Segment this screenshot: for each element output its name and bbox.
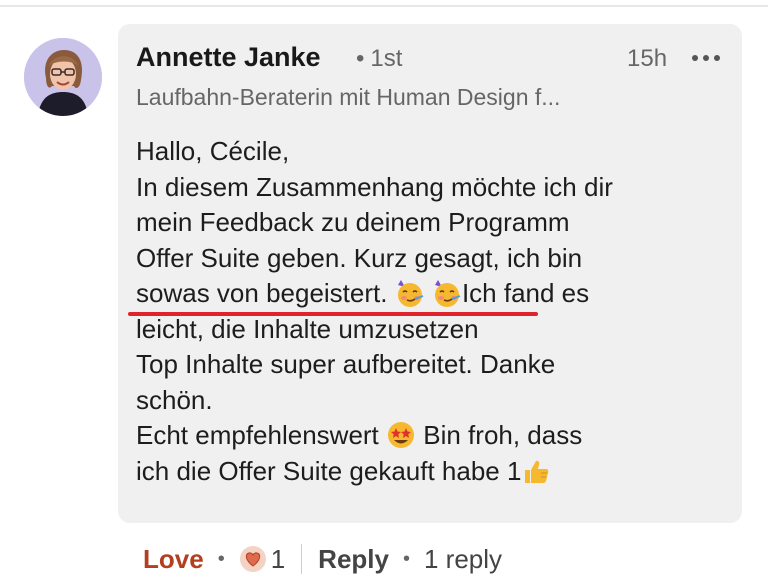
body-line: leicht, die Inhalte umzusetzen xyxy=(136,313,479,344)
more-options-icon[interactable] xyxy=(690,46,722,70)
body-line: Offer Suite geben. Kurz gesagt, ich bin xyxy=(136,242,583,273)
connection-degree: • 1st xyxy=(356,45,402,73)
highlight-underline xyxy=(128,312,538,316)
highlighted-text: sowas von begeistert. xyxy=(136,278,388,308)
thumbs-up-emoji xyxy=(521,456,551,486)
body-line: Echt empfehlenswert Bin froh, dass xyxy=(136,418,726,454)
reaction-count[interactable]: 1 xyxy=(271,544,285,575)
comment-screen: Annette Janke • 1st 15h Laufbahn-Berateri… xyxy=(0,0,768,576)
body-line-highlighted: sowas von begeistert. Ich fand es xyxy=(136,276,726,312)
body-line: In diesem Zusammenhang möchte ich dir xyxy=(136,171,613,202)
body-text-segment: Ich fand es xyxy=(461,278,590,308)
body-line: schön. xyxy=(136,384,213,415)
author-name[interactable]: Annette Janke xyxy=(136,42,321,73)
timestamp: 15h xyxy=(627,45,668,72)
avatar[interactable] xyxy=(24,38,102,116)
degree-dot: • xyxy=(356,45,365,72)
love-reaction-button[interactable]: Love xyxy=(143,544,204,575)
separator-dot: • xyxy=(217,547,225,570)
comment-actions: Love • 1 Reply • 1 reply xyxy=(143,542,502,576)
body-text-segment: Bin froh, dass xyxy=(416,420,583,450)
body-text-segment: ich die Offer Suite gekauft habe 1 xyxy=(136,455,522,486)
replies-link[interactable]: 1 reply xyxy=(424,544,502,575)
reply-button[interactable]: Reply xyxy=(318,544,389,575)
action-divider xyxy=(301,544,303,574)
body-line: Top Inhalte super aufbereitet. Danke xyxy=(136,349,556,379)
separator-dot: • xyxy=(402,547,410,570)
body-line: mein Feedback zu deinem Programm xyxy=(136,207,570,237)
partying-face-emoji xyxy=(395,278,425,308)
body-line: ich die Offer Suite gekauft habe 1 xyxy=(136,454,726,490)
star-struck-emoji xyxy=(386,420,416,450)
avatar-photo xyxy=(24,38,102,116)
degree-label: 1st xyxy=(370,45,403,72)
top-divider xyxy=(0,5,768,7)
body-line: Hallo, Cécile, xyxy=(136,136,290,166)
heart-reaction-icon[interactable] xyxy=(239,545,267,573)
partying-face-emoji xyxy=(432,278,462,308)
body-text-segment: Echt empfehlenswert xyxy=(136,420,379,450)
author-headline: Laufbahn-Beraterin mit Human Design f... xyxy=(136,84,561,110)
